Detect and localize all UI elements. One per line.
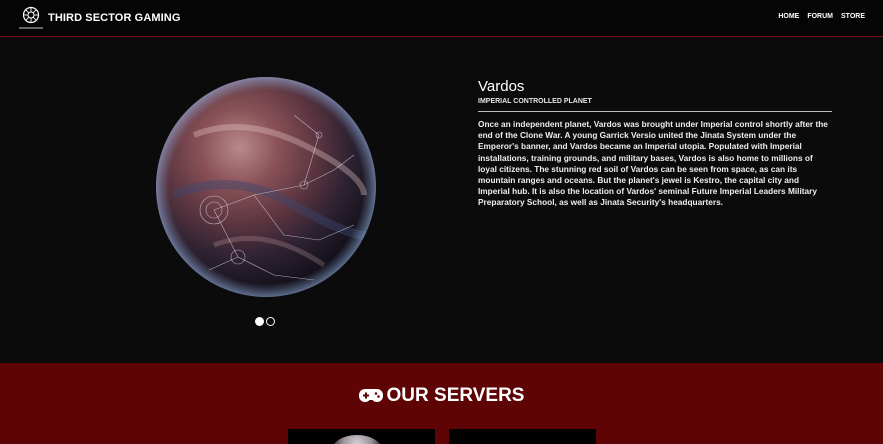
planet-vardos-image — [156, 77, 376, 297]
server-card[interactable] — [449, 429, 596, 444]
server-card-image — [332, 435, 382, 444]
brand-title[interactable]: THIRD SECTOR GAMING — [48, 12, 180, 24]
servers-section: OUR SERVERS — [0, 363, 883, 444]
top-navbar: THIRD SECTOR GAMING HOME FORUM STORE — [0, 0, 883, 37]
server-card[interactable] — [288, 429, 435, 444]
planet-name: Vardos — [478, 78, 525, 95]
servers-heading: OUR SERVERS — [0, 385, 883, 407]
nav-store[interactable]: STORE — [841, 13, 865, 20]
carousel-dot-1[interactable] — [255, 317, 264, 326]
info-divider — [478, 111, 832, 112]
planet-hero-section: Vardos IMPERIAL CONTROLLED PLANET Once a… — [0, 38, 883, 363]
imperial-emblem-icon[interactable] — [16, 4, 46, 34]
servers-heading-text: OUR SERVERS — [386, 385, 525, 406]
gamepad-icon — [358, 389, 383, 402]
carousel-indicators — [255, 317, 275, 326]
carousel-dot-2[interactable] — [266, 317, 275, 326]
main-nav: HOME FORUM STORE — [778, 13, 865, 20]
nav-forum[interactable]: FORUM — [807, 13, 833, 20]
planet-description: Once an independent planet, Vardos was b… — [478, 119, 828, 208]
planet-subtitle: IMPERIAL CONTROLLED PLANET — [478, 98, 592, 105]
nav-home[interactable]: HOME — [778, 13, 799, 20]
planet-info: Vardos IMPERIAL CONTROLLED PLANET Once a… — [478, 78, 832, 209]
